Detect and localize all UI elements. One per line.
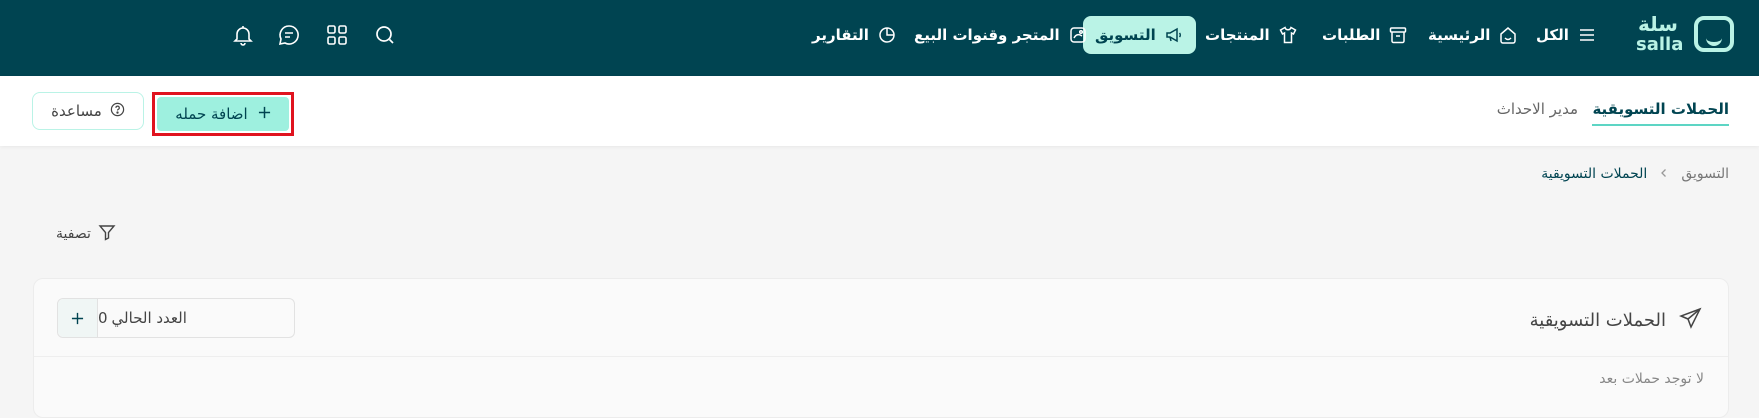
store-channels-icon <box>1068 25 1088 45</box>
nav-item-reports[interactable]: التقارير <box>812 16 897 54</box>
nav-item-label: المنتجات <box>1205 26 1270 44</box>
nav-item-label: المتجر وقنوات البيع <box>914 26 1060 44</box>
logo-mark-icon <box>1694 16 1734 52</box>
help-label: مساعدة <box>51 102 102 120</box>
campaign-counter: العدد الحالي 0 <box>57 298 295 338</box>
breadcrumb-current: الحملات التسويقية <box>1541 166 1648 182</box>
nav-item-all[interactable]: الكل <box>1536 16 1597 54</box>
apps-grid-icon[interactable] <box>324 22 350 48</box>
help-button[interactable]: مساعدة <box>32 92 144 130</box>
megaphone-icon <box>1164 25 1184 45</box>
campaigns-card-title: الحملات التسويقية <box>1530 305 1704 336</box>
nav-item-products[interactable]: المنتجات <box>1205 16 1298 54</box>
menu-icon <box>1577 25 1597 45</box>
nav-item-label: الكل <box>1536 26 1569 44</box>
empty-state-message: لا توجد حملات بعد <box>1599 371 1704 387</box>
top-navbar: سلة salla الكل الرئيسية الطلبات المنتجات… <box>0 0 1759 76</box>
nav-item-orders[interactable]: الطلبات <box>1322 16 1408 54</box>
filter-label: تصفية <box>56 226 91 242</box>
paper-plane-icon <box>1678 305 1704 336</box>
shirt-icon <box>1278 25 1298 45</box>
campaigns-card-title-text: الحملات التسويقية <box>1529 310 1666 331</box>
counter-label: العدد الحالي <box>111 309 187 327</box>
question-circle-icon <box>110 102 125 121</box>
breadcrumb: التسويق الحملات التسويقية <box>1541 166 1729 182</box>
tab-events-manager[interactable]: مدير الاحداث <box>1497 100 1578 118</box>
nav-item-home[interactable]: الرئيسية <box>1428 16 1518 54</box>
plus-icon <box>71 312 84 324</box>
chevron-left-icon <box>1659 166 1669 182</box>
chat-icon[interactable] <box>276 22 302 48</box>
bell-icon[interactable] <box>230 22 256 48</box>
nav-item-store-channels[interactable]: المتجر وقنوات البيع <box>914 16 1088 54</box>
breadcrumb-parent[interactable]: التسويق <box>1681 166 1729 182</box>
counter-add-button[interactable] <box>58 299 98 337</box>
campaigns-card: الحملات التسويقية العدد الحالي 0 لا توجد… <box>33 278 1729 418</box>
campaigns-card-header: الحملات التسويقية العدد الحالي 0 <box>34 279 1728 357</box>
archive-box-icon <box>1388 25 1408 45</box>
counter-value: 0 <box>98 309 108 327</box>
add-campaign-label: اضافة حمله <box>175 105 248 123</box>
funnel-icon <box>97 222 117 246</box>
salla-logo[interactable]: سلة salla <box>1632 12 1740 55</box>
tab-marketing-campaigns[interactable]: الحملات التسويقية <box>1592 100 1729 126</box>
pie-chart-icon <box>877 25 897 45</box>
filter-button[interactable]: تصفية <box>56 222 117 246</box>
nav-item-label: الطلبات <box>1322 26 1381 44</box>
add-campaign-highlight: اضافة حمله <box>152 92 294 136</box>
search-icon[interactable] <box>372 22 398 48</box>
logo-text-en: salla <box>1636 34 1684 55</box>
add-campaign-button[interactable]: اضافة حمله <box>157 97 289 131</box>
nav-item-label: التقارير <box>812 26 869 44</box>
counter-display: العدد الحالي 0 <box>98 299 294 337</box>
plus-icon <box>258 105 271 123</box>
logo-text-ar: سلة <box>1638 12 1678 36</box>
nav-item-label: الرئيسية <box>1428 26 1491 44</box>
nav-item-marketing[interactable]: التسويق <box>1083 16 1196 54</box>
home-icon <box>1498 25 1518 45</box>
nav-item-label: التسويق <box>1095 26 1156 44</box>
